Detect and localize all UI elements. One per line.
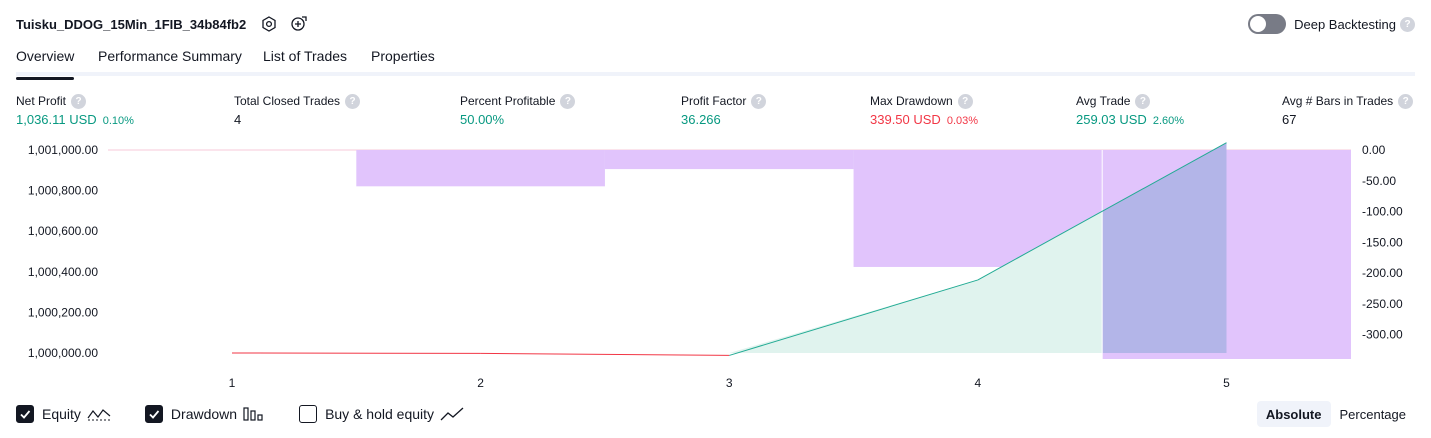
metric-total-closed-trades: Total Closed Trades? 4 xyxy=(234,93,361,128)
metric-label: Percent Profitable xyxy=(460,94,556,108)
equity-drawdown-chart[interactable]: 1,001,000.00 1,000,800.00 1,000,600.00 1,00… xyxy=(0,140,1431,395)
y-axis-right-tick: -100.00 xyxy=(1362,205,1403,219)
y-axis-right-tick: 0.00 xyxy=(1362,143,1386,157)
tab-overview[interactable]: Overview xyxy=(16,48,75,80)
tab-bar: Overview Performance Summary List of Tra… xyxy=(16,44,1415,80)
metric-percent: 0.03% xyxy=(946,115,979,127)
buy-hold-line-icon xyxy=(440,406,464,422)
help-icon[interactable]: ? xyxy=(751,93,767,109)
legend-equity[interactable]: Equity xyxy=(16,405,111,423)
metric-value: 1,036.11 USD xyxy=(16,112,97,127)
chart-legend: Equity Drawdown Buy & hold equity xyxy=(16,403,498,425)
metric-value: 36.266 xyxy=(681,112,721,127)
y-axis-right-tick: -250.00 xyxy=(1362,297,1403,311)
help-icon[interactable]: ? xyxy=(71,93,87,109)
help-icon[interactable]: ? xyxy=(560,93,576,109)
help-icon[interactable]: ? xyxy=(345,93,361,109)
x-axis-tick: 4 xyxy=(975,376,982,390)
y-axis-left-tick: 1,000,200.00 xyxy=(28,305,98,319)
metric-value: 4 xyxy=(234,112,242,127)
metric-avg-bars: Avg # Bars in Trades? 67 xyxy=(1282,93,1414,128)
metric-value: 67 xyxy=(1282,112,1297,127)
metric-label: Total Closed Trades xyxy=(234,94,341,108)
tab-performance-summary[interactable]: Performance Summary xyxy=(98,48,242,72)
help-icon[interactable]: ? xyxy=(1400,16,1415,32)
metric-label: Profit Factor xyxy=(681,94,747,108)
metric-value: 339.50 USD xyxy=(870,112,941,127)
drawdown-checkbox[interactable] xyxy=(144,405,163,423)
legend-label: Buy & hold equity xyxy=(325,406,435,422)
legend-buy-hold[interactable]: Buy & hold equity xyxy=(299,405,464,423)
y-axis-right-tick: -150.00 xyxy=(1362,235,1403,249)
y-axis-left-tick: 1,000,400.00 xyxy=(28,265,98,279)
mode-percentage[interactable]: Percentage xyxy=(1331,401,1416,427)
metric-max-drawdown: Max Drawdown? 339.50 USD 0.03% xyxy=(870,93,978,128)
drawdown-bars-icon xyxy=(243,406,265,422)
x-axis-tick: 1 xyxy=(229,376,236,390)
buy-hold-checkbox[interactable] xyxy=(299,405,318,423)
metric-label: Avg # Bars in Trades xyxy=(1282,94,1394,108)
legend-drawdown[interactable]: Drawdown xyxy=(144,405,265,423)
tab-list-of-trades[interactable]: List of Trades xyxy=(263,48,347,72)
y-axis-right-tick: -50.00 xyxy=(1362,174,1396,188)
metric-value: 50.00% xyxy=(460,112,505,127)
equity-checkbox[interactable] xyxy=(16,405,34,423)
y-axis-left-tick: 1,001,000.00 xyxy=(28,143,98,157)
settings-hex-icon[interactable] xyxy=(258,13,280,35)
equity-line-segment xyxy=(480,352,730,356)
drawdown-bar xyxy=(604,150,854,170)
y-axis-right-tick: -300.00 xyxy=(1362,328,1403,342)
metric-label: Net Profit xyxy=(16,94,67,108)
y-axis-left-tick: 1,000,600.00 xyxy=(28,224,98,238)
help-icon[interactable]: ? xyxy=(957,93,973,109)
deep-backtesting-label: Deep Backtesting xyxy=(1294,16,1396,32)
y-axis-right-tick: -200.00 xyxy=(1362,266,1403,280)
metric-value: 259.03 USD xyxy=(1076,112,1147,127)
legend-label: Equity xyxy=(42,406,81,422)
export-report-icon[interactable] xyxy=(288,13,310,35)
x-axis-tick: 3 xyxy=(726,376,733,390)
y-axis-left-tick: 1,000,000.00 xyxy=(28,346,98,360)
help-icon[interactable]: ? xyxy=(1398,93,1414,109)
help-icon[interactable]: ? xyxy=(1135,93,1151,109)
x-axis-tick: 5 xyxy=(1223,376,1230,390)
metric-percent: 0.10% xyxy=(102,115,134,127)
deep-backtesting: Deep Backtesting ? xyxy=(1248,13,1415,35)
drawdown-bar xyxy=(356,150,605,187)
toggle-knob xyxy=(1250,16,1267,32)
metric-label: Avg Trade xyxy=(1076,94,1131,108)
x-axis-tick: 2 xyxy=(477,376,484,390)
equity-line-icon xyxy=(87,406,111,422)
strategy-name: Tuisku_DDOG_15Min_1FIB_34b84fb2 xyxy=(16,16,247,32)
mode-absolute[interactable]: Absolute xyxy=(1256,401,1331,427)
metric-label: Max Drawdown xyxy=(870,94,953,108)
metric-percent: 2.60% xyxy=(1152,115,1185,127)
metric-percent-profitable: Percent Profitable? 50.00% xyxy=(460,93,576,128)
metric-avg-trade: Avg Trade? 259.03 USD 2.60% xyxy=(1076,93,1184,128)
deep-backtesting-toggle[interactable] xyxy=(1248,14,1287,34)
strategy-header: Tuisku_DDOG_15Min_1FIB_34b84fb2 xyxy=(16,12,310,36)
value-mode-switch: Absolute Percentage xyxy=(1256,401,1416,427)
tab-properties[interactable]: Properties xyxy=(371,48,435,72)
metric-profit-factor: Profit Factor? 36.266 xyxy=(681,93,767,128)
y-axis-left-tick: 1,000,800.00 xyxy=(28,184,98,198)
legend-label: Drawdown xyxy=(170,406,238,422)
metric-net-profit: Net Profit? 1,036.11 USD 0.10% xyxy=(16,93,134,128)
